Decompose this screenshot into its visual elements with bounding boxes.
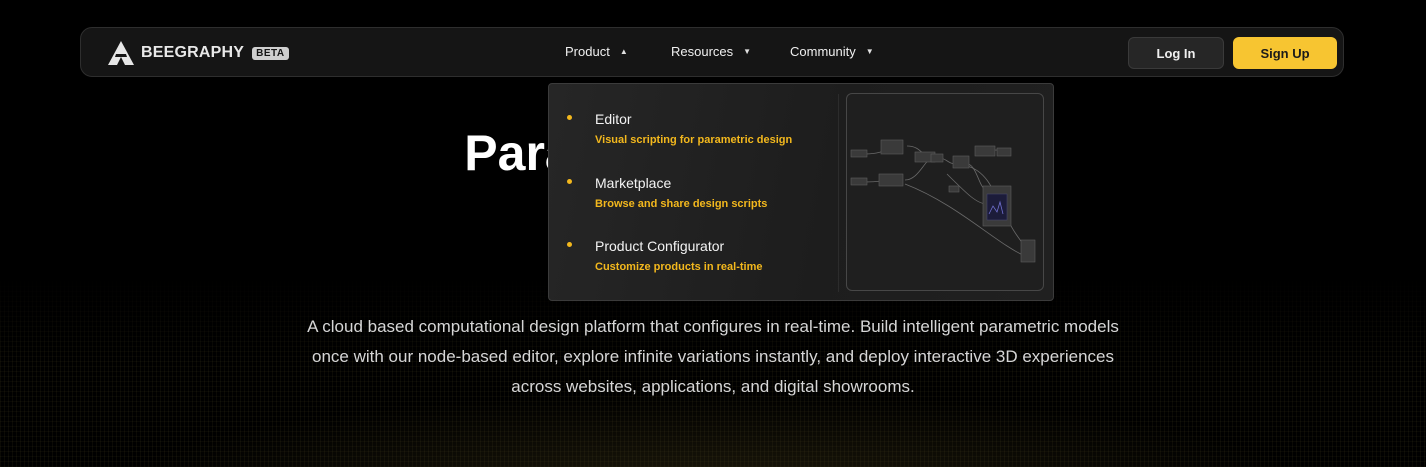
- nav-product[interactable]: Product ▲: [565, 44, 628, 59]
- menu-item-subtitle: Visual scripting for parametric design: [595, 134, 793, 146]
- brand-logo[interactable]: BEEGRAPHY BETA: [107, 40, 289, 66]
- caret-down-icon: ▼: [743, 47, 752, 56]
- top-navbar: BEEGRAPHY BETA Product ▲ Resources ▼ Com…: [80, 27, 1344, 77]
- brand-name: BEEGRAPHY: [141, 44, 245, 61]
- menu-item-subtitle: Customize products in real-time: [595, 261, 763, 273]
- bullet-dot-icon: [567, 179, 572, 184]
- nav-resources[interactable]: Resources ▼: [671, 44, 751, 59]
- beta-badge: BETA: [252, 46, 289, 60]
- caret-down-icon: ▼: [865, 47, 874, 56]
- menu-item-title: Editor: [595, 111, 632, 127]
- bullet-dot-icon: [567, 242, 572, 247]
- login-button[interactable]: Log In: [1128, 37, 1224, 69]
- signup-button[interactable]: Sign Up: [1233, 37, 1337, 69]
- beegraphy-logo-icon: [108, 41, 134, 65]
- nav-community[interactable]: Community ▼: [790, 44, 874, 59]
- nav-community-label: Community: [790, 44, 856, 59]
- editor-preview-image: [846, 93, 1044, 291]
- nav-resources-label: Resources: [671, 44, 734, 59]
- nav-product-label: Product: [565, 44, 610, 59]
- caret-up-icon: ▲: [619, 47, 628, 56]
- menu-divider: [838, 94, 839, 292]
- bullet-dot-icon: [567, 115, 572, 120]
- menu-item-title: Marketplace: [595, 175, 672, 191]
- node-graph-preview-icon: [850, 139, 1036, 263]
- menu-item-title: Product Configurator: [595, 238, 725, 254]
- menu-item-marketplace[interactable]: Marketplace Browse and share design scri…: [549, 148, 839, 212]
- hero-description: A cloud based computational design platf…: [307, 317, 1119, 396]
- menu-item-product-configurator[interactable]: Product Configurator Customize products …: [549, 211, 839, 275]
- product-dropdown-menu: Editor Visual scripting for parametric d…: [548, 83, 1054, 301]
- menu-item-subtitle: Browse and share design scripts: [595, 198, 768, 210]
- menu-item-editor[interactable]: Editor Visual scripting for parametric d…: [549, 84, 839, 148]
